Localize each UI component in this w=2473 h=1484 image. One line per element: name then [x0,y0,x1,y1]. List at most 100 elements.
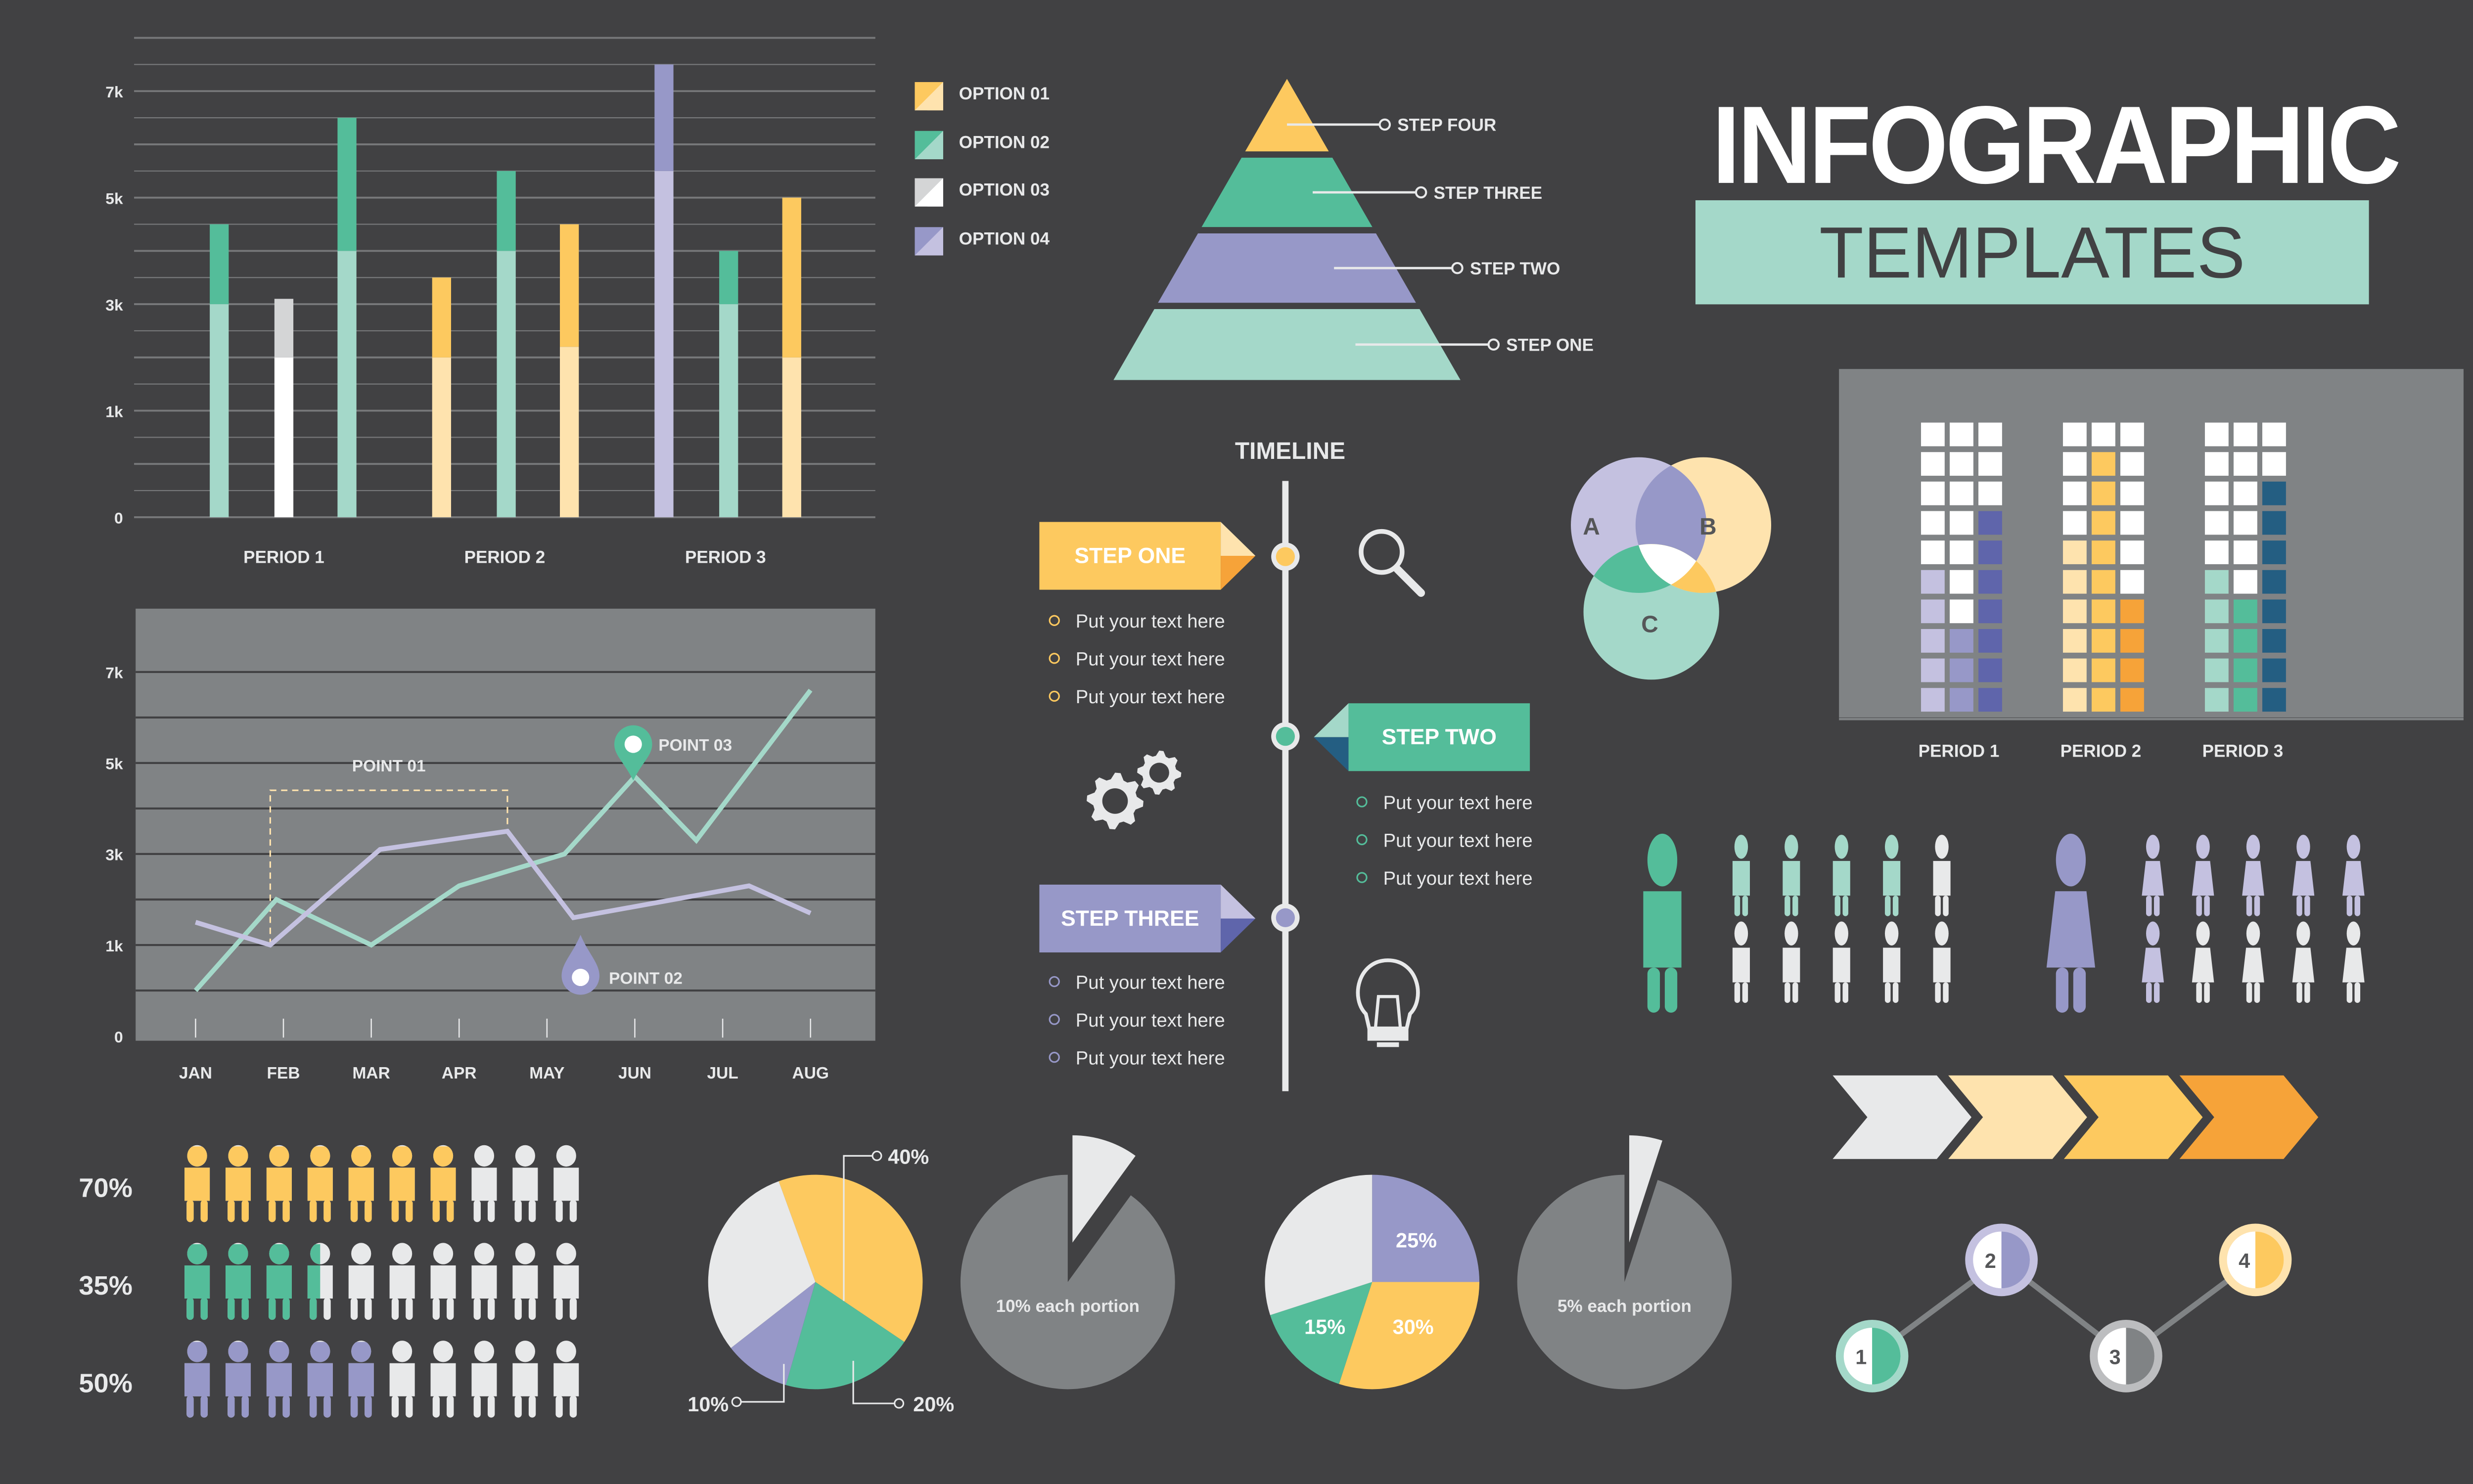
bar-top-segment [274,299,294,358]
y-tick-label: 3k [105,296,123,314]
person-icon [512,1341,538,1418]
pie-3-label-25: 25% [1396,1228,1437,1252]
waffle-cell [2262,511,2286,535]
timeline-bullet-item: Put your text here [1049,971,1225,993]
waffle-cell [2233,629,2257,653]
bullet-circle-icon [1049,1014,1060,1026]
waffle-cell [2204,688,2229,712]
person-part-filled [269,1244,289,1264]
person-part-filled [392,1146,412,1167]
waffle-cell [2120,570,2144,594]
leg [2153,896,2160,916]
person-fill-shape [266,1146,292,1222]
point-01-label: POINT 01 [352,757,426,775]
person-part [515,1145,535,1167]
waffle-cell [1921,452,1945,476]
person-fill-shape [266,1342,292,1418]
person-part-filled [241,1298,249,1320]
bar-top-segment [432,277,451,358]
bullet-text: Put your text here [1075,686,1225,708]
person-icon [553,1145,579,1222]
x-tick-label: MAY [529,1064,564,1082]
person-part [447,1395,454,1418]
person-fill [184,1244,210,1320]
waffle-cell [2262,570,2286,594]
bar-top-segment [497,171,516,251]
person-part-filled [184,1265,210,1299]
waffle-cell [2120,481,2144,505]
infographic-canvas: 0 1k 3k 5k 7k PERIOD 1 PERIOD 2 PERIOD 3 OPTION… [0,0,2473,1484]
bar-base-segment [210,304,229,517]
pie-center-label: 5% each portion [1557,1297,1692,1316]
female-icon [2046,833,2096,1013]
legend-item: OPTION 04 [915,226,1089,258]
person-part-filled [228,1146,248,1167]
person-part [392,1341,412,1362]
pyramid-step-label: STEP THREE [1434,183,1543,203]
waffle-cell [2120,511,2144,535]
waffle-cell [2204,481,2229,505]
leg [1892,896,1899,916]
bullet-circle-icon [1356,797,1368,808]
torso [1933,861,1951,896]
x-tick-label: JUN [618,1064,651,1082]
head [1647,833,1678,887]
person-part-filled [269,1298,276,1320]
person-fill [307,1146,333,1222]
person-part [473,1395,481,1418]
waffle-cell [1949,422,1973,447]
dress [2292,861,2315,896]
person-part [474,1341,495,1362]
person-fill-shape [184,1244,210,1320]
female-icon [2142,835,2164,916]
waffle-cell [1978,422,2002,447]
person-part-filled [307,1363,333,1396]
leg [2204,982,2210,1003]
waffle-cell [2091,481,2115,505]
stacked-bar-chart: 0 1k 3k 5k 7k PERIOD 1 PERIOD 2 PERIOD 3 [105,37,875,567]
map-pin-dot [624,735,642,753]
callout-dot [871,1150,882,1161]
bar-top-segment [210,224,229,305]
gender-ratio [1643,833,2365,1013]
leg [1742,982,1748,1003]
person-part-filled [282,1395,290,1418]
head [2346,921,2361,946]
person-part-filled [228,1342,248,1362]
waffle-cell [2062,511,2087,535]
person-part [350,1298,358,1320]
page-subtitle: TEMPLATES [1819,211,2245,294]
bulb-tip [1376,1042,1399,1047]
pie-3-label-30: 30% [1393,1315,1434,1339]
leg [2346,982,2353,1003]
leg [1742,896,1748,916]
y-tick-label: 7k [105,664,123,682]
person-fill-shape [307,1146,333,1222]
person-part-filled [309,1298,317,1320]
leg [1792,982,1798,1003]
bar-top-segment [719,251,738,305]
person-part [391,1395,399,1418]
person-part-filled [228,1200,235,1222]
person-fill [430,1146,456,1222]
head [1785,921,1798,946]
waffle-cell [1921,511,1945,535]
pyramid-leader-dot [1378,118,1391,131]
waffle-cell [1949,658,1973,682]
x-category-label: PERIOD 3 [685,547,766,567]
leg [2354,896,2361,916]
person-part [365,1298,372,1320]
person-part [569,1395,577,1418]
leg [2196,896,2202,916]
head [2246,921,2260,946]
person-part [487,1298,495,1320]
head [1935,835,1949,859]
bullet-circle-icon [1049,1052,1060,1064]
waffle-cell [2233,599,2257,624]
person-fill [225,1244,251,1320]
male-icon [1732,921,1750,1003]
dress [2192,947,2214,983]
waffle-cell [2233,688,2257,712]
person-part-filled [225,1168,251,1201]
path-node-number: 1 [1855,1345,1867,1368]
